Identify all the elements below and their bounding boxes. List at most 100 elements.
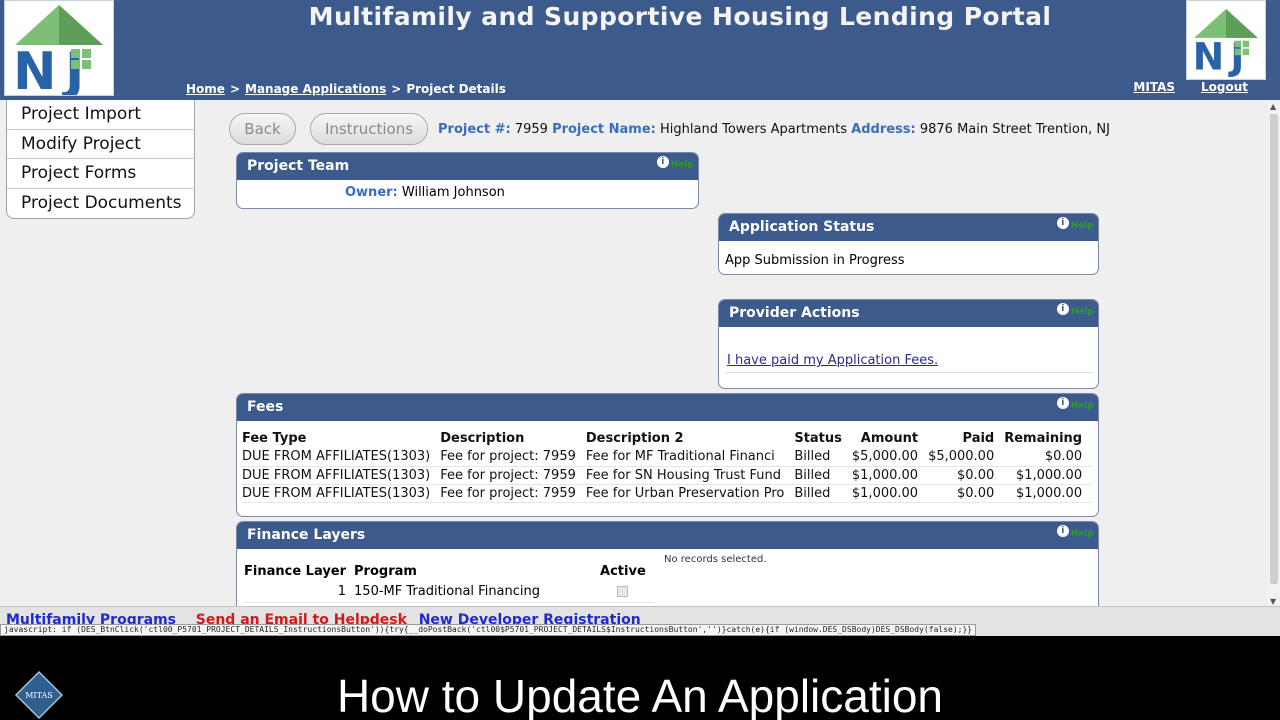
help-link[interactable]: i Help <box>1056 217 1094 235</box>
owner-label: Owner: <box>345 185 398 200</box>
side-menu-modify-project[interactable]: Modify Project <box>7 130 194 159</box>
footer-bar: Multifamily Programs Send an Email to He… <box>0 606 1280 636</box>
project-number-label: Project #: <box>438 122 511 137</box>
provider-actions-panel: Provider Actions i Help I have paid my Ap… <box>718 299 1099 389</box>
info-bubble-icon: i <box>1056 525 1069 537</box>
project-address: 9876 Main Street Trention, NJ <box>919 122 1110 137</box>
project-number: 7959 <box>514 122 548 137</box>
finance-layers-title: Finance Layers <box>247 527 366 543</box>
remaining-cell: $1,000.00 <box>1004 484 1093 503</box>
info-bubble-icon: i <box>656 156 669 168</box>
project-team-title: Project Team <box>247 158 350 174</box>
breadcrumb-manage-applications-link[interactable]: Manage Applications <box>245 82 386 96</box>
info-bubble-icon: i <box>1056 303 1069 315</box>
scroll-thumb[interactable] <box>1270 114 1278 584</box>
panel-title: Project Team i Help <box>237 153 698 180</box>
remaining-cell: $0.00 <box>1004 448 1093 467</box>
svg-text:N: N <box>13 42 57 95</box>
provider-actions-title: Provider Actions <box>729 305 860 321</box>
status-cell: Billed <box>794 448 852 467</box>
svg-text:N: N <box>1193 35 1224 79</box>
breadcrumb-separator: > <box>391 82 402 96</box>
description2-cell: Fee for Urban Preservation Pro <box>585 484 795 503</box>
fees-title: Fees <box>247 399 284 415</box>
program-cell: 150-MF Traditional Financing <box>354 582 601 603</box>
vertical-scrollbar[interactable]: ▲ ▼ <box>1268 100 1280 606</box>
fee-type-cell: DUE FROM AFFILIATES(1303) <box>242 466 441 485</box>
description-cell: Fee for project: 7959 <box>440 484 586 503</box>
column-header[interactable]: Description 2 <box>586 427 794 448</box>
help-link[interactable]: i Help <box>1056 397 1094 415</box>
column-header[interactable]: Active <box>600 560 654 582</box>
help-label: Help <box>670 160 694 170</box>
column-header[interactable]: Amount <box>852 427 928 448</box>
no-records-message: No records selected. <box>664 554 767 565</box>
description-cell: Fee for project: 7959 <box>440 448 586 467</box>
scroll-up-arrow-icon[interactable]: ▲ <box>1270 102 1276 111</box>
mitas-link[interactable]: MITAS <box>1133 80 1175 94</box>
panel-title: Application Status i Help <box>719 214 1098 241</box>
column-header[interactable]: Paid <box>928 427 1004 448</box>
project-team-panel: Project Team i Help Owner: William Johnso… <box>236 152 699 209</box>
fees-panel: Fees i Help Fee Type Description Descript… <box>236 393 1099 517</box>
description2-cell: Fee for SN Housing Trust Fund <box>585 466 795 485</box>
help-link[interactable]: i Help <box>656 156 694 174</box>
panel-title: Provider Actions i Help <box>719 300 1098 327</box>
breadcrumb-home-link[interactable]: Home <box>186 82 225 96</box>
description-cell: Fee for project: 7959 <box>440 466 586 485</box>
status-cell: Billed <box>794 466 852 485</box>
description2-cell: Fee for MF Traditional Financi <box>585 448 795 467</box>
side-menu: Project Import Modify Project Project Fo… <box>6 100 195 219</box>
amount-cell: $5,000.00 <box>851 448 929 467</box>
project-name: Highland Towers Apartments <box>660 122 847 137</box>
breadcrumb-current: Project Details <box>406 82 506 96</box>
owner-row: Owner: William Johnson <box>237 180 698 200</box>
active-checkbox[interactable] <box>617 586 629 598</box>
status-cell: Billed <box>794 484 852 503</box>
provider-actions-body: I have paid my Application Fees. <box>719 327 1098 368</box>
site-title: Multifamily and Supportive Housing Lendi… <box>308 2 1052 31</box>
table-row[interactable]: DUE FROM AFFILIATES(1303) Fee for projec… <box>242 448 1093 467</box>
breadcrumb: Home > Manage Applications > Project Details <box>186 82 506 96</box>
table-row[interactable]: DUE FROM AFFILIATES(1303) Fee for projec… <box>242 484 1093 503</box>
active-cell <box>600 582 654 603</box>
video-caption: How to Update An Application <box>336 670 944 720</box>
back-button[interactable]: Back <box>229 113 296 145</box>
paid-cell: $0.00 <box>928 466 1005 485</box>
divider <box>725 372 1092 373</box>
column-header[interactable]: Remaining <box>1004 427 1092 448</box>
nj-logo-right[interactable]: N J <box>1186 0 1266 80</box>
project-summary: Project #: 7959 Project Name: Highland T… <box>438 122 1110 137</box>
instructions-button[interactable]: Instructions <box>310 113 428 145</box>
application-status-panel: Application Status i Help App Submission … <box>718 213 1099 275</box>
column-header[interactable]: Status <box>794 427 852 448</box>
side-menu-project-documents[interactable]: Project Documents <box>7 189 194 219</box>
finance-layer-cell: 1 <box>244 582 355 603</box>
column-header[interactable]: Fee Type <box>242 427 440 448</box>
fee-type-cell: DUE FROM AFFILIATES(1303) <box>242 448 441 467</box>
help-link[interactable]: i Help <box>1056 525 1094 543</box>
browser-status-bar: javascript: if (DES_BtnClick('ctl00_P570… <box>0 624 977 636</box>
application-status-title: Application Status <box>729 219 875 235</box>
project-name-label: Project Name: <box>552 122 656 137</box>
paid-application-fees-link[interactable]: I have paid my Application Fees. <box>727 353 938 368</box>
help-link[interactable]: i Help <box>1056 303 1094 321</box>
side-menu-project-import[interactable]: Project Import <box>7 100 194 130</box>
remaining-cell: $1,000.00 <box>1004 466 1093 485</box>
column-header[interactable]: Description <box>440 427 586 448</box>
panel-title: Fees i Help <box>237 394 1098 421</box>
owner-value: William Johnson <box>401 185 505 200</box>
logout-link[interactable]: Logout <box>1201 80 1248 94</box>
nj-house-logo-icon: N J <box>1193 8 1258 79</box>
info-bubble-icon: i <box>1056 217 1069 229</box>
browser-viewport: N J Multifamily and Supportive Housing L… <box>0 0 1280 636</box>
side-menu-project-forms[interactable]: Project Forms <box>7 159 194 189</box>
column-header[interactable]: Finance Layer <box>244 560 354 582</box>
table-row[interactable]: 1 150-MF Traditional Financing <box>244 582 654 603</box>
scroll-down-arrow-icon[interactable]: ▼ <box>1270 597 1276 606</box>
paid-cell: $0.00 <box>928 484 1005 503</box>
column-header[interactable]: Program <box>354 560 600 582</box>
table-row[interactable]: DUE FROM AFFILIATES(1303) Fee for projec… <box>242 466 1093 485</box>
help-label: Help <box>1070 401 1094 411</box>
amount-cell: $1,000.00 <box>851 484 929 503</box>
